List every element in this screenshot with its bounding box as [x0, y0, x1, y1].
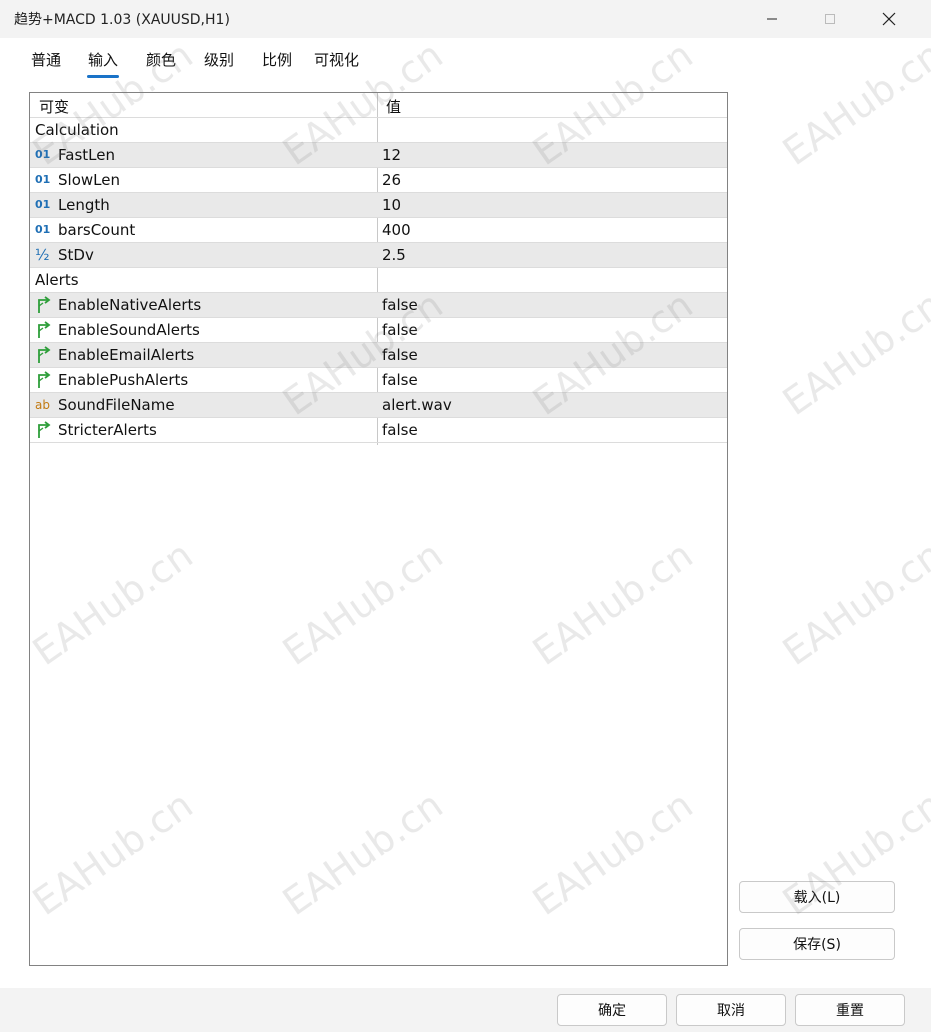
table-row[interactable]: EnableEmailAlerts false: [30, 343, 727, 368]
bool-arrow-icon: [35, 296, 53, 314]
maximize-icon: [825, 14, 835, 24]
param-value[interactable]: false: [382, 371, 418, 389]
maximize-button[interactable]: [800, 0, 860, 38]
param-name: StDv: [58, 246, 94, 264]
param-value[interactable]: 26: [382, 171, 401, 189]
integer-icon: 01: [35, 173, 51, 186]
param-value[interactable]: 10: [382, 196, 401, 214]
param-name: FastLen: [58, 146, 115, 164]
tab-common[interactable]: 普通: [31, 48, 61, 78]
tab-levels[interactable]: 级别: [204, 48, 234, 78]
dialog-client-area: 普通 输入 颜色 级别 比例 可视化 可变 值 Calculation 01 F…: [14, 38, 918, 988]
dialog-footer: 确定 取消 重置: [0, 988, 931, 1032]
reset-button[interactable]: 重置: [795, 994, 905, 1026]
header-value[interactable]: 值: [386, 96, 401, 117]
param-name: EnablePushAlerts: [58, 371, 189, 389]
close-button[interactable]: [859, 0, 919, 38]
minimize-button[interactable]: [742, 0, 802, 38]
param-name: EnableNativeAlerts: [58, 296, 202, 314]
tab-colors[interactable]: 颜色: [146, 48, 176, 78]
fraction-icon: ½: [35, 246, 50, 264]
bool-arrow-icon: [35, 421, 53, 439]
minimize-icon: [767, 18, 777, 20]
bool-arrow-icon: [35, 346, 53, 364]
table-row[interactable]: 01 FastLen 12: [30, 143, 727, 168]
integer-icon: 01: [35, 198, 51, 211]
close-icon: [882, 12, 896, 26]
table-row[interactable]: 01 SlowLen 26: [30, 168, 727, 193]
string-icon: ab: [35, 398, 50, 412]
param-value[interactable]: 400: [382, 221, 411, 239]
param-name: SoundFileName: [58, 396, 175, 414]
save-button[interactable]: 保存(S): [739, 928, 895, 960]
group-label: Alerts: [35, 271, 79, 289]
group-label: Calculation: [35, 121, 119, 139]
header-variable[interactable]: 可变: [39, 96, 69, 117]
window-title: 趋势+MACD 1.03 (XAUUSD,H1): [14, 12, 230, 28]
table-row[interactable]: EnablePushAlerts false: [30, 368, 727, 393]
param-name: StricterAlerts: [58, 421, 157, 439]
tab-scale[interactable]: 比例: [262, 48, 292, 78]
table-row[interactable]: 01 Length 10: [30, 193, 727, 218]
table-row[interactable]: StricterAlerts false: [30, 418, 727, 443]
param-value[interactable]: false: [382, 296, 418, 314]
param-name: EnableEmailAlerts: [58, 346, 195, 364]
tab-inputs[interactable]: 输入: [86, 48, 120, 78]
param-value[interactable]: false: [382, 346, 418, 364]
tab-visualization[interactable]: 可视化: [314, 48, 359, 78]
bool-arrow-icon: [35, 321, 53, 339]
param-name: SlowLen: [58, 171, 120, 189]
dialog-window: 趋势+MACD 1.03 (XAUUSD,H1) 普通 输入 颜色 级别 比例 …: [0, 0, 931, 1032]
table-row[interactable]: 01 barsCount 400: [30, 218, 727, 243]
param-value[interactable]: 12: [382, 146, 401, 164]
integer-icon: 01: [35, 148, 51, 161]
cancel-button[interactable]: 取消: [676, 994, 786, 1026]
grid-header: 可变 值: [30, 93, 727, 118]
ok-button[interactable]: 确定: [557, 994, 667, 1026]
table-row[interactable]: ab SoundFileName alert.wav: [30, 393, 727, 418]
chart-edge-left: [0, 36, 14, 1026]
param-value[interactable]: 2.5: [382, 246, 406, 264]
inputs-grid[interactable]: 可变 值 Calculation 01 FastLen 12 01 SlowLe…: [29, 92, 728, 966]
chart-edge-right: [918, 36, 931, 1026]
param-value[interactable]: false: [382, 421, 418, 439]
param-name: barsCount: [58, 221, 136, 239]
table-row[interactable]: ½ StDv 2.5: [30, 243, 727, 268]
table-row[interactable]: EnableSoundAlerts false: [30, 318, 727, 343]
param-name: EnableSoundAlerts: [58, 321, 200, 339]
param-value[interactable]: false: [382, 321, 418, 339]
integer-icon: 01: [35, 223, 51, 236]
param-name: Length: [58, 196, 110, 214]
load-button[interactable]: 载入(L): [739, 881, 895, 913]
bool-arrow-icon: [35, 371, 53, 389]
tab-bar: 普通 输入 颜色 级别 比例 可视化: [14, 48, 614, 78]
title-bar[interactable]: 趋势+MACD 1.03 (XAUUSD,H1): [0, 0, 931, 38]
table-row[interactable]: EnableNativeAlerts false: [30, 293, 727, 318]
group-row-alerts[interactable]: Alerts: [30, 268, 727, 293]
param-value[interactable]: alert.wav: [382, 396, 452, 414]
group-row-calculation[interactable]: Calculation: [30, 118, 727, 143]
